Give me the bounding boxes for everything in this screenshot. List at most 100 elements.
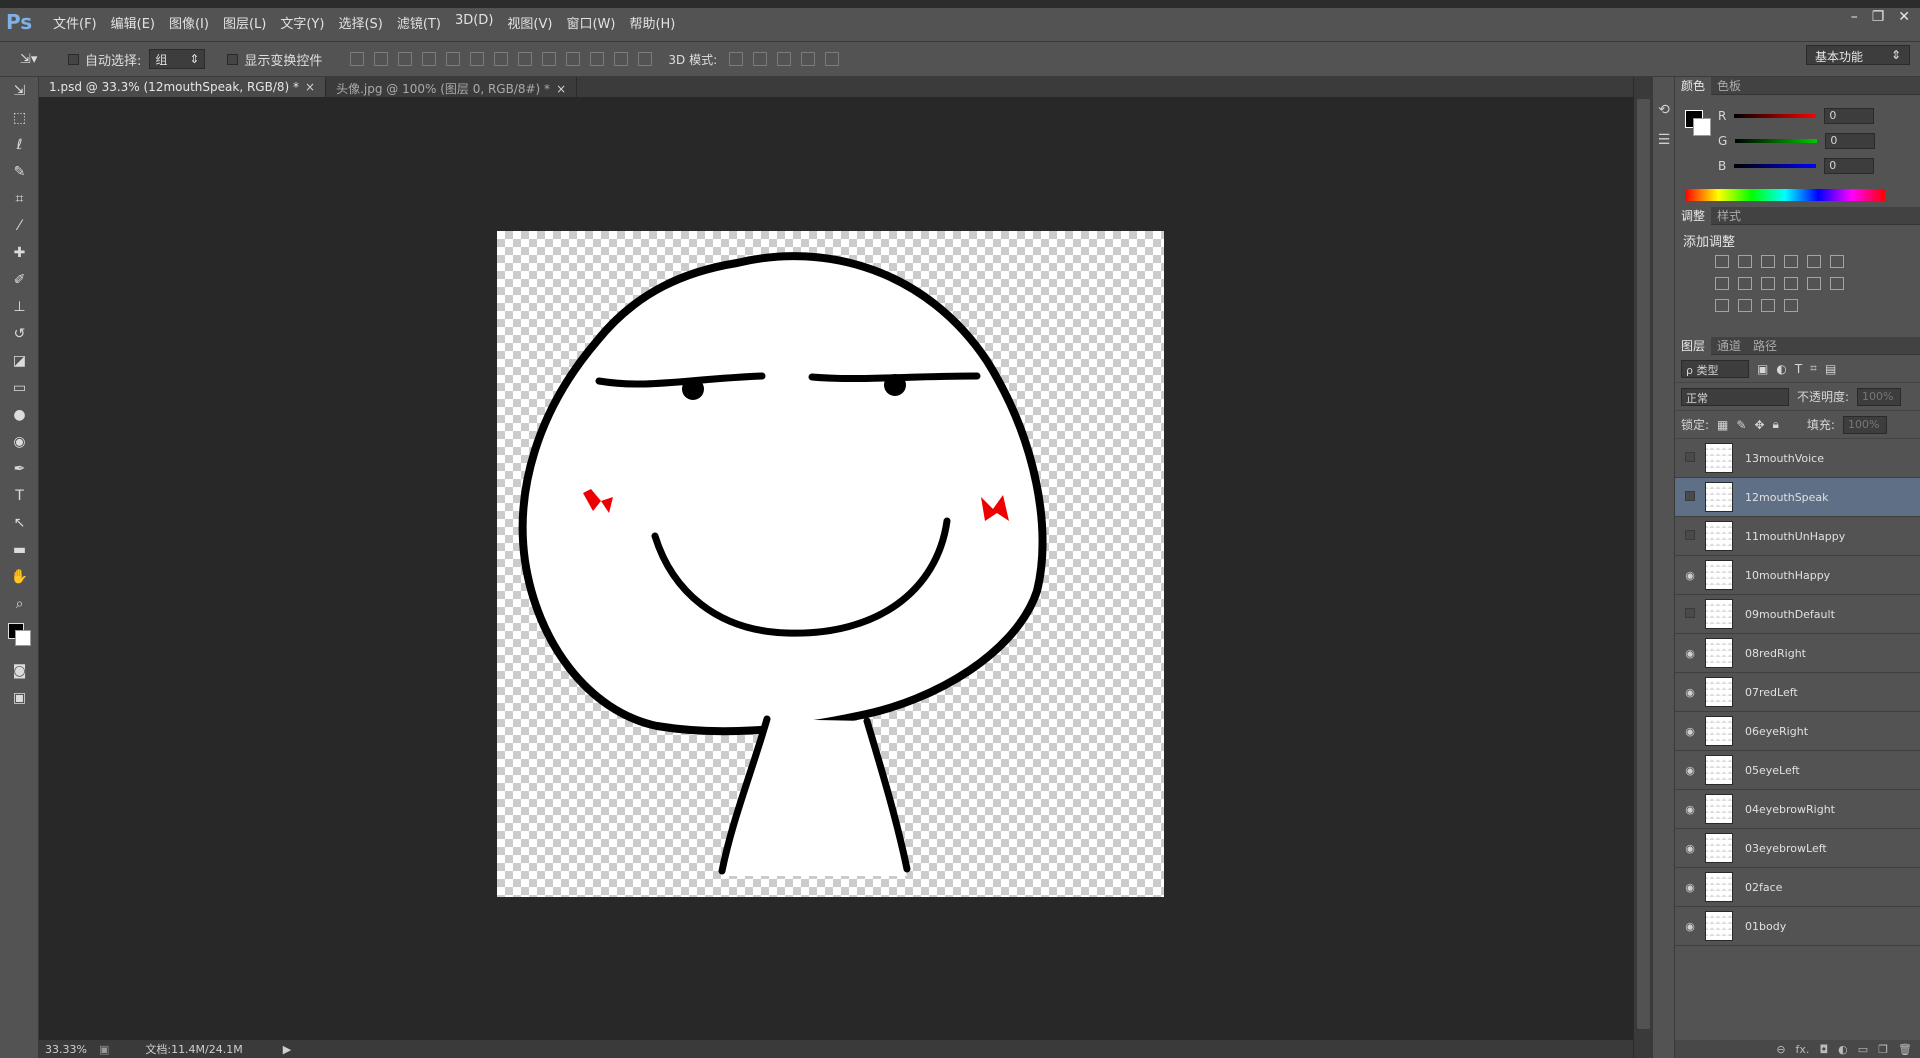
- hue-icon[interactable]: [1830, 255, 1844, 268]
- vibrance-icon[interactable]: [1807, 255, 1821, 268]
- menu-item[interactable]: 滤镜(T): [390, 13, 448, 32]
- visibility-toggle[interactable]: [1675, 451, 1705, 465]
- menu-item[interactable]: 窗口(W): [559, 13, 622, 32]
- fx-button[interactable]: fx.: [1796, 1043, 1810, 1056]
- color-spectrum[interactable]: [1685, 189, 1885, 201]
- gradient-tool-icon[interactable]: ▭: [0, 374, 39, 401]
- status-menu-arrow-icon[interactable]: ▶: [283, 1043, 291, 1056]
- layer-row[interactable]: ◉ 04eyebrowRight: [1675, 790, 1920, 829]
- menu-item[interactable]: 编辑(E): [104, 13, 162, 32]
- scale-3d-icon[interactable]: [825, 52, 840, 66]
- menu-item[interactable]: 图像(I): [162, 13, 216, 32]
- canvas-area[interactable]: [39, 97, 1633, 1040]
- b-value-input[interactable]: 0: [1824, 158, 1875, 174]
- layer-row[interactable]: 13mouthVoice: [1675, 439, 1920, 478]
- new-layer-icon[interactable]: ❐: [1878, 1043, 1888, 1056]
- distribute-hcenter-icon[interactable]: [590, 52, 605, 66]
- eye-icon[interactable]: ◉: [1675, 803, 1705, 816]
- background-color-icon[interactable]: [1693, 118, 1711, 136]
- background-color-icon[interactable]: [15, 630, 31, 646]
- auto-select-dropdown[interactable]: 组 ⇕: [149, 49, 206, 69]
- workspace-dropdown[interactable]: 基本功能 ⇕: [1806, 45, 1910, 65]
- photo-filter-icon[interactable]: [1761, 277, 1775, 290]
- screen-mode-icon[interactable]: ▣: [0, 684, 39, 711]
- tab-channels[interactable]: 通道: [1711, 337, 1747, 354]
- layer-row[interactable]: ◉ 05eyeLeft: [1675, 751, 1920, 790]
- align-left-icon[interactable]: [350, 52, 365, 66]
- brightness-icon[interactable]: [1715, 255, 1729, 268]
- link-icon[interactable]: ⊖: [1776, 1043, 1785, 1056]
- threshold-icon[interactable]: [1738, 299, 1752, 312]
- channel-mixer-icon[interactable]: [1784, 277, 1798, 290]
- lock-brush-icon[interactable]: ✎: [1736, 418, 1746, 432]
- visibility-toggle[interactable]: [1675, 607, 1705, 621]
- trash-icon[interactable]: 🗑︎: [1898, 1043, 1912, 1056]
- eye-icon[interactable]: ◉: [1675, 569, 1705, 582]
- levels-icon[interactable]: [1738, 255, 1752, 268]
- g-value-input[interactable]: 0: [1825, 133, 1876, 149]
- filter-type-icon[interactable]: T: [1795, 362, 1802, 376]
- gradient-map-icon[interactable]: [1784, 299, 1798, 312]
- adjust-layer-icon[interactable]: ◐: [1838, 1043, 1848, 1056]
- color-swatches[interactable]: [0, 617, 39, 657]
- eye-icon[interactable]: ◉: [1675, 881, 1705, 894]
- tab-layers[interactable]: 图层: [1675, 336, 1712, 355]
- tab-styles[interactable]: 样式: [1711, 207, 1747, 224]
- fill-input[interactable]: 100%: [1842, 415, 1887, 434]
- hand-tool-icon[interactable]: ✋: [0, 563, 39, 590]
- tab-adjustments[interactable]: 调整: [1675, 206, 1712, 225]
- layer-row[interactable]: ◉ 03eyebrowLeft: [1675, 829, 1920, 868]
- history-panel-icon[interactable]: ⟲: [1653, 95, 1675, 125]
- distribute-vcenter-icon[interactable]: [518, 52, 533, 66]
- eye-icon[interactable]: ◉: [1675, 725, 1705, 738]
- menu-item[interactable]: 选择(S): [331, 13, 389, 32]
- filter-smart-icon[interactable]: ▤: [1825, 362, 1836, 376]
- lookup-icon[interactable]: [1807, 277, 1821, 290]
- tab-document-1[interactable]: 1.psd @ 33.3% (12mouthSpeak, RGB/8) * ×: [39, 77, 327, 97]
- menu-item[interactable]: 文字(Y): [273, 13, 331, 32]
- auto-select-checkbox[interactable]: 自动选择: 组 ⇕: [68, 49, 206, 69]
- align-bottom-icon[interactable]: [470, 52, 485, 66]
- minimize-button[interactable]: –: [1851, 9, 1858, 25]
- invert-icon[interactable]: [1830, 277, 1844, 290]
- rotate-3d-icon[interactable]: [729, 52, 744, 66]
- scrollbar-thumb[interactable]: [1637, 99, 1650, 1029]
- crop-tool-icon[interactable]: ⌗: [0, 185, 39, 212]
- align-vcenter-icon[interactable]: [446, 52, 461, 66]
- posterize-icon[interactable]: [1715, 299, 1729, 312]
- distribute-bottom-icon[interactable]: [542, 52, 557, 66]
- slide-3d-icon[interactable]: [801, 52, 816, 66]
- tab-color[interactable]: 颜色: [1675, 76, 1712, 95]
- zoom-tool-icon[interactable]: ⌕: [0, 590, 39, 617]
- layer-row[interactable]: ◉ 08redRight: [1675, 634, 1920, 673]
- layer-row[interactable]: 12mouthSpeak: [1675, 478, 1920, 517]
- eyedropper-tool-icon[interactable]: ⁄: [0, 212, 39, 239]
- show-transform-checkbox[interactable]: 显示变换控件: [227, 50, 322, 69]
- r-slider[interactable]: [1734, 114, 1817, 118]
- stamp-tool-icon[interactable]: ⊥: [0, 293, 39, 320]
- document-canvas[interactable]: [497, 231, 1164, 897]
- align-hcenter-icon[interactable]: [374, 52, 389, 66]
- align-top-icon[interactable]: [422, 52, 437, 66]
- b-slider[interactable]: [1734, 164, 1817, 168]
- menu-item[interactable]: 图层(L): [216, 13, 273, 32]
- blur-tool-icon[interactable]: ●: [0, 401, 39, 428]
- eye-icon[interactable]: ◉: [1675, 686, 1705, 699]
- blend-mode-dropdown[interactable]: 正常: [1681, 387, 1789, 406]
- filter-shape-icon[interactable]: ⌗: [1810, 361, 1817, 376]
- r-value-input[interactable]: 0: [1824, 108, 1875, 124]
- visibility-toggle[interactable]: [1675, 490, 1705, 504]
- layer-row[interactable]: ◉ 07redLeft: [1675, 673, 1920, 712]
- healing-tool-icon[interactable]: ✚: [0, 239, 39, 266]
- layer-row[interactable]: ◉ 10mouthHappy: [1675, 556, 1920, 595]
- tab-paths[interactable]: 路径: [1747, 337, 1783, 354]
- shape-tool-icon[interactable]: ▬: [0, 536, 39, 563]
- g-slider[interactable]: [1735, 139, 1818, 143]
- status-info-icon[interactable]: ▣: [99, 1043, 109, 1056]
- layer-row[interactable]: 09mouthDefault: [1675, 595, 1920, 634]
- brush-tool-icon[interactable]: ✐: [0, 266, 39, 293]
- selective-color-icon[interactable]: [1761, 299, 1775, 312]
- eye-icon[interactable]: ◉: [1675, 920, 1705, 933]
- properties-panel-icon[interactable]: ☰: [1653, 125, 1675, 155]
- lock-all-icon[interactable]: 🔒︎: [1773, 417, 1779, 432]
